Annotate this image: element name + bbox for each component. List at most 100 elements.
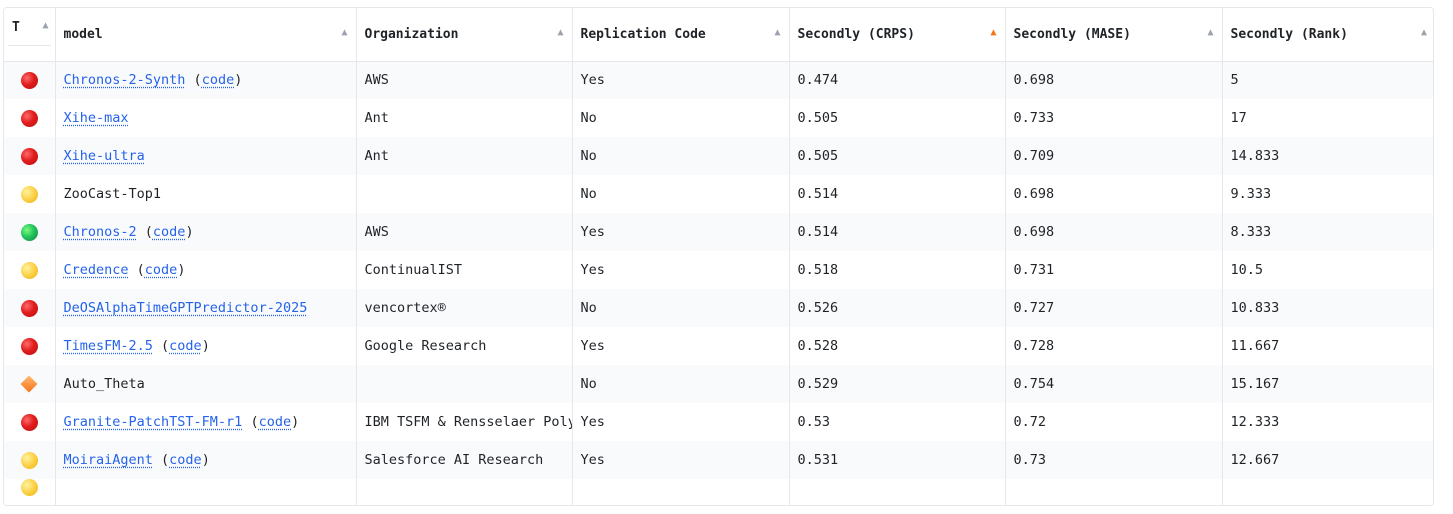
model-name: Auto_Theta [63,376,145,392]
org-cell: AWS [356,61,573,99]
leaderboard-table-container[interactable]: T ▲ model ▲ Organization ▲ Replication Code ▲ Se… [3,7,1434,506]
column-header-type[interactable]: T ▲ [4,8,56,62]
mase-cell: 0.698 [1005,213,1223,251]
model-link[interactable]: Credence [64,262,129,278]
rank-cell: 15.167 [1222,365,1433,403]
org-cell: Ant [356,99,573,137]
rank-cell: 12.667 [1222,441,1433,479]
column-header-mase[interactable]: Secondly (MASE) ▲ [1005,8,1223,62]
code-link[interactable]: code [145,262,178,278]
repl-cell: No [572,365,790,403]
column-header-model[interactable]: model ▲ [55,8,357,62]
green-circle-icon [20,223,38,241]
repl-cell: Yes [572,327,790,365]
crps-cell: 0.528 [789,327,1006,365]
type-cell [4,213,56,251]
rank-cell: 12.333 [1222,403,1433,441]
crps-cell: 0.514 [789,175,1006,213]
org-cell: vencortex® [356,289,573,327]
mase-cell: 0.731 [1005,251,1223,289]
red-circle-icon [20,71,38,89]
type-cell [4,403,56,441]
code-link[interactable]: code [202,72,235,88]
code-link[interactable]: code [169,338,202,354]
sort-arrow-icon[interactable]: ▲ [557,27,563,38]
column-header-label: Replication Code [580,27,706,42]
sort-arrow-icon[interactable]: ▲ [42,20,48,31]
model-link[interactable]: Xihe-ultra [64,148,145,164]
model-cell: Xihe-max [55,99,357,137]
table-row: Granite-PatchTST-FM-r1 (code) IBM TSFM & … [4,403,1433,441]
mase-cell: 0.727 [1005,289,1223,327]
sort-active-arrow-icon[interactable]: ▲ [990,27,996,38]
column-header-crps[interactable]: Secondly (CRPS) ▲ [789,8,1006,62]
model-cell: Xihe-ultra [55,137,357,175]
code-link[interactable]: code [259,414,292,430]
empty-cell [1005,479,1223,505]
org-cell: Ant [356,137,573,175]
model-link[interactable]: Chronos-2-Synth [64,72,186,88]
org-cell [356,365,573,403]
model-link[interactable]: Chronos-2 [64,224,137,240]
column-header-repl[interactable]: Replication Code ▲ [572,8,790,62]
type-cell [4,175,56,213]
crps-cell: 0.518 [789,251,1006,289]
crps-cell: 0.474 [789,61,1006,99]
column-header-rank[interactable]: Secondly (Rank) ▲ [1222,8,1433,62]
repl-cell: Yes [572,251,790,289]
orange-diamond-icon [20,375,38,393]
code-link[interactable]: code [153,224,186,240]
code-link[interactable]: code [169,452,202,468]
table-row: TimesFM-2.5 (code) Google Research Yes 0.52… [4,327,1433,365]
mase-cell: 0.698 [1005,61,1223,99]
table-row-partial [4,479,1433,505]
type-cell [4,365,56,403]
mase-cell: 0.733 [1005,99,1223,137]
table-row: Xihe-ultra Ant No 0.505 0.709 14.833 [4,137,1433,175]
model-link[interactable]: MoiraiAgent [64,452,153,468]
leaderboard-table: T ▲ model ▲ Organization ▲ Replication Code ▲ Se… [4,8,1433,505]
sort-arrow-icon[interactable]: ▲ [1207,27,1213,38]
sort-arrow-icon[interactable]: ▲ [1421,27,1427,38]
sort-arrow-icon[interactable]: ▲ [341,27,347,38]
column-header-label: Organization [364,27,459,42]
model-link[interactable]: TimesFM-2.5 [64,338,153,354]
mase-cell: 0.728 [1005,327,1223,365]
column-header-label: Secondly (MASE) [1013,27,1131,42]
repl-cell: Yes [572,403,790,441]
column-header-org[interactable]: Organization ▲ [356,8,573,62]
yellow-circle-icon [20,451,38,469]
type-cell [4,479,56,505]
model-cell: Auto_Theta [55,365,357,403]
model-link[interactable]: Granite-PatchTST-FM-r1 [64,414,243,430]
model-cell: TimesFM-2.5 (code) [55,327,357,365]
crps-cell: 0.526 [789,289,1006,327]
model-name: ZooCast-Top1 [63,186,162,202]
org-cell: ContinualIST [356,251,573,289]
org-cell: IBM TSFM & Rensselaer Polytechnic Instit… [356,403,573,441]
rank-cell: 5 [1222,61,1433,99]
type-cell [4,289,56,327]
table-row: DeOSAlphaTimeGPTPredictor-2025 vencortex®… [4,289,1433,327]
type-cell [4,61,56,99]
table-row: Auto_Theta No 0.529 0.754 15.167 [4,365,1433,403]
model-cell: Chronos-2-Synth (code) [55,61,357,99]
model-link[interactable]: Xihe-max [64,110,129,126]
empty-cell [55,479,357,505]
repl-cell: Yes [572,213,790,251]
rank-cell: 8.333 [1222,213,1433,251]
empty-cell [789,479,1006,505]
rank-cell: 11.667 [1222,327,1433,365]
red-circle-icon [20,147,38,165]
column-header-label: Secondly (Rank) [1230,27,1348,42]
mase-cell: 0.709 [1005,137,1223,175]
table-row: Chronos-2 (code) AWS Yes 0.514 0.698 8.333 [4,213,1433,251]
column-header-label: Secondly (CRPS) [797,27,915,42]
repl-cell: Yes [572,61,790,99]
yellow-circle-icon [20,261,38,279]
column-header-label: model [63,27,103,42]
model-link[interactable]: DeOSAlphaTimeGPTPredictor-2025 [64,300,308,316]
repl-cell: Yes [572,441,790,479]
rank-cell: 17 [1222,99,1433,137]
sort-arrow-icon[interactable]: ▲ [774,27,780,38]
